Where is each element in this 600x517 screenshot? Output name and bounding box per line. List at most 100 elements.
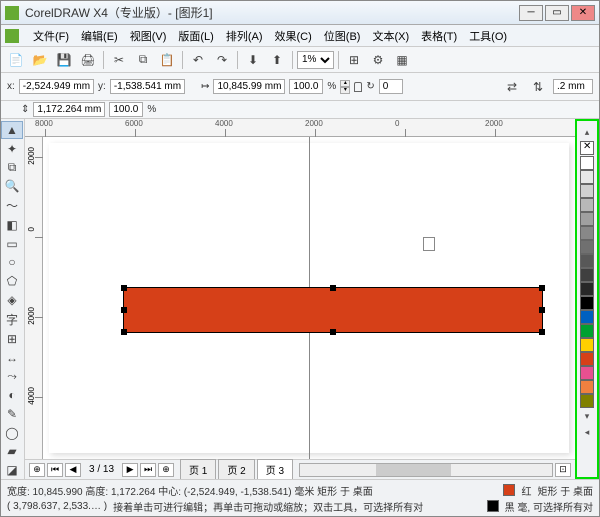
navigator-button[interactable]: ⊡ xyxy=(555,463,571,477)
palette-scroll-down[interactable]: ▾ xyxy=(583,409,592,424)
crop-tool[interactable]: ⧉ xyxy=(1,159,23,177)
menu-l[interactable]: 版面(L) xyxy=(172,26,219,46)
color-swatch[interactable] xyxy=(580,282,594,296)
width-value[interactable]: 10,845.99 mm xyxy=(213,79,285,94)
next-page-button[interactable]: ▶ xyxy=(122,463,138,477)
color-swatch[interactable] xyxy=(580,338,594,352)
launcher-button[interactable]: ▦ xyxy=(391,49,413,71)
color-swatch[interactable] xyxy=(580,212,594,226)
lock-ratio-icon[interactable] xyxy=(354,82,362,92)
freehand-tool[interactable]: ～ xyxy=(1,196,23,215)
mirror-v-button[interactable]: ⇅ xyxy=(527,76,549,98)
open-button[interactable]: 📂 xyxy=(29,49,51,71)
color-swatch[interactable] xyxy=(580,170,594,184)
color-swatch[interactable] xyxy=(580,268,594,282)
polygon-tool[interactable]: ⬠ xyxy=(1,272,23,290)
color-swatch[interactable] xyxy=(580,184,594,198)
canvas[interactable] xyxy=(43,137,575,459)
cut-button[interactable]: ✂ xyxy=(108,49,130,71)
rectangle-tool[interactable]: ▭ xyxy=(1,235,23,253)
import-button[interactable]: ⬇ xyxy=(242,49,264,71)
spin-down[interactable]: ▾ xyxy=(340,87,350,94)
menu-b[interactable]: 位图(B) xyxy=(318,26,367,46)
page-tab-2[interactable]: 页 2 xyxy=(218,459,254,479)
handle-nw[interactable] xyxy=(121,285,127,291)
angle-value[interactable]: 0 xyxy=(379,79,403,94)
maximize-button[interactable]: ▭ xyxy=(545,5,569,21)
outline-width[interactable]: .2 mm xyxy=(553,79,593,94)
menu-f[interactable]: 文件(F) xyxy=(27,26,75,46)
menu-x[interactable]: 文本(X) xyxy=(366,26,415,46)
handle-e[interactable] xyxy=(539,307,545,313)
page-tab-1[interactable]: 页 1 xyxy=(180,459,216,479)
shape-tool[interactable]: ✦ xyxy=(1,140,23,158)
effects-tool[interactable]: ◐ xyxy=(1,386,23,404)
prev-page-button[interactable]: ◀ xyxy=(65,463,81,477)
table-tool[interactable]: ⊞ xyxy=(1,330,23,348)
fill-tool[interactable]: ▰ xyxy=(1,442,23,460)
menu-o[interactable]: 工具(O) xyxy=(463,26,513,46)
handle-w[interactable] xyxy=(121,307,127,313)
print-button[interactable]: 🖨 xyxy=(77,49,99,71)
connector-tool[interactable]: ⤳ xyxy=(1,367,23,385)
snap-button[interactable]: ⊞ xyxy=(343,49,365,71)
paste-button[interactable]: 📋 xyxy=(156,49,178,71)
color-swatch[interactable] xyxy=(580,366,594,380)
page-tab-3[interactable]: 页 3 xyxy=(257,459,293,479)
color-swatch[interactable] xyxy=(580,310,594,324)
color-swatch[interactable] xyxy=(580,198,594,212)
x-value[interactable]: -2,524.949 mm xyxy=(19,79,94,94)
palette-flyout[interactable]: ◂ xyxy=(583,425,592,440)
text-tool[interactable]: 字 xyxy=(1,310,23,329)
menu-v[interactable]: 视图(V) xyxy=(124,26,173,46)
handle-n[interactable] xyxy=(330,285,336,291)
mirror-h-button[interactable]: ⇄ xyxy=(501,76,523,98)
fill-swatch[interactable] xyxy=(503,484,515,496)
ellipse-tool[interactable]: ○ xyxy=(1,254,23,272)
minimize-button[interactable]: ─ xyxy=(519,5,543,21)
palette-scroll-up[interactable]: ▴ xyxy=(583,125,592,140)
options-button[interactable]: ⚙ xyxy=(367,49,389,71)
handle-se[interactable] xyxy=(539,329,545,335)
eyedropper-tool[interactable]: ✎ xyxy=(1,405,23,423)
add-page-button[interactable]: ⊕ xyxy=(29,463,45,477)
outline-tool[interactable]: ◯ xyxy=(1,424,23,442)
menu-c[interactable]: 效果(C) xyxy=(269,26,318,46)
copy-button[interactable]: ⧉ xyxy=(132,49,154,71)
redo-button[interactable]: ↷ xyxy=(211,49,233,71)
color-swatch[interactable] xyxy=(580,380,594,394)
color-swatch[interactable] xyxy=(580,394,594,408)
interactive-fill-tool[interactable]: ◪ xyxy=(1,461,23,479)
handle-sw[interactable] xyxy=(121,329,127,335)
menu-a[interactable]: 排列(A) xyxy=(220,26,269,46)
basic-shapes-tool[interactable]: ◈ xyxy=(1,291,23,309)
spin-up[interactable]: ▴ xyxy=(340,80,350,87)
no-fill-swatch[interactable] xyxy=(580,141,594,155)
color-swatch[interactable] xyxy=(580,352,594,366)
color-swatch[interactable] xyxy=(580,296,594,310)
last-page-button[interactable]: ⏭ xyxy=(140,463,156,477)
save-button[interactable]: 💾 xyxy=(53,49,75,71)
menu-t[interactable]: 表格(T) xyxy=(415,26,463,46)
handle-ne[interactable] xyxy=(539,285,545,291)
undo-button[interactable]: ↶ xyxy=(187,49,209,71)
y-value[interactable]: -1,538.541 mm xyxy=(110,79,185,94)
scale-x[interactable]: 100.0 xyxy=(289,79,323,94)
height-value[interactable]: 1,172.264 mm xyxy=(33,102,105,117)
color-swatch[interactable] xyxy=(580,240,594,254)
color-swatch[interactable] xyxy=(580,254,594,268)
new-button[interactable]: 📄 xyxy=(5,49,27,71)
scale-y[interactable]: 100.0 xyxy=(109,102,143,117)
outline-swatch[interactable] xyxy=(487,500,499,512)
horizontal-scrollbar[interactable] xyxy=(299,463,553,477)
zoom-select[interactable]: 1% xyxy=(297,51,334,69)
pick-tool[interactable]: ▲ xyxy=(1,121,23,139)
smart-fill-tool[interactable]: ◧ xyxy=(1,216,23,234)
export-button[interactable]: ⬆ xyxy=(266,49,288,71)
color-swatch[interactable] xyxy=(580,324,594,338)
dimension-tool[interactable]: ↔ xyxy=(1,349,23,367)
color-swatch[interactable] xyxy=(580,156,594,170)
close-button[interactable]: ✕ xyxy=(571,5,595,21)
color-swatch[interactable] xyxy=(580,226,594,240)
first-page-button[interactable]: ⏮ xyxy=(47,463,63,477)
